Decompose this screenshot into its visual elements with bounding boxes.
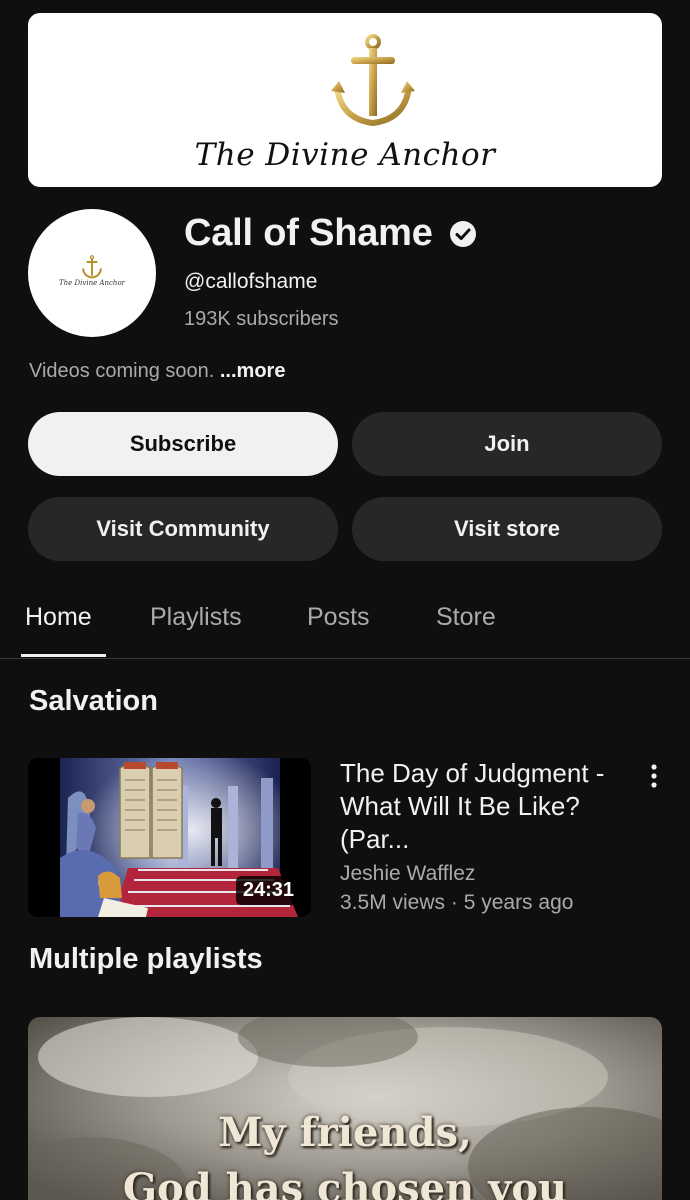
more-options-icon[interactable]: [642, 760, 666, 792]
join-button[interactable]: Join: [352, 412, 662, 476]
more-link[interactable]: ...more: [220, 360, 286, 382]
visit-community-button[interactable]: Visit Community: [28, 497, 338, 561]
avatar-title: The Divine Anchor: [58, 279, 126, 287]
tab-playlists[interactable]: Playlists: [150, 603, 242, 632]
channel-banner: The Divine Anchor: [28, 13, 662, 187]
playlist-text-line-2: God has chosen you: [122, 1165, 568, 1200]
video-title[interactable]: The Day of Judgment - What Will It Be Li…: [340, 757, 630, 856]
section-title-multiple-playlists: Multiple playlists: [29, 943, 263, 975]
channel-tabs: Home Playlists Posts Store: [0, 585, 690, 659]
section-title-salvation: Salvation: [29, 685, 158, 717]
tab-store[interactable]: Store: [436, 603, 496, 632]
video-thumbnail[interactable]: 24:31: [28, 758, 311, 917]
subscribe-button[interactable]: Subscribe: [28, 412, 338, 476]
playlist-thumbnail[interactable]: My friends, God has chosen you: [28, 1017, 662, 1200]
anchor-icon: [331, 34, 415, 127]
tab-posts[interactable]: Posts: [307, 603, 370, 632]
subscriber-count: 193K subscribers: [184, 308, 339, 330]
anchor-icon: [82, 255, 102, 279]
active-tab-indicator: [21, 654, 106, 657]
channel-handle: @callofshame: [184, 270, 318, 293]
tab-home[interactable]: Home: [25, 603, 92, 632]
visit-store-button[interactable]: Visit store: [352, 497, 662, 561]
description-text: Videos coming soon.: [29, 360, 215, 382]
channel-description[interactable]: Videos coming soon. ...more: [29, 360, 285, 383]
banner-title: The Divine Anchor: [194, 137, 496, 173]
video-duration: 24:31: [235, 876, 301, 905]
video-meta: 3.5M views · 5 years ago: [340, 891, 574, 914]
verified-check-icon: [449, 220, 476, 247]
playlist-text-line-1: My friends,: [218, 1109, 472, 1156]
channel-avatar[interactable]: The Divine Anchor: [28, 209, 156, 337]
channel-name: Call of Shame: [184, 212, 477, 255]
channel-name-text: Call of Shame: [184, 212, 433, 254]
video-author[interactable]: Jeshie Wafflez: [340, 862, 475, 886]
